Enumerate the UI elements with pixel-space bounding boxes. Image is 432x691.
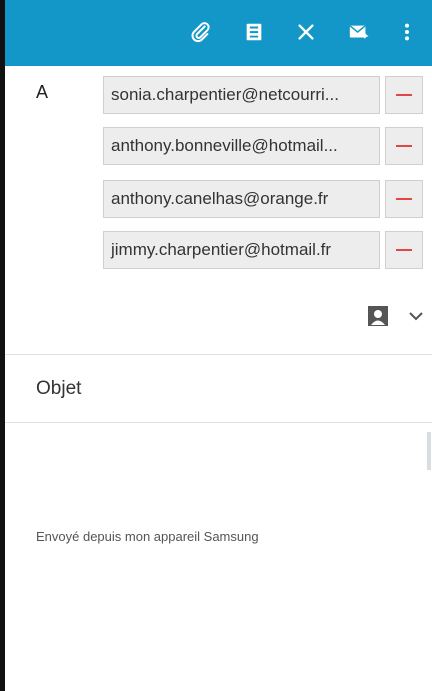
save-icon <box>246 23 262 41</box>
recipient-row: sonia.charpentier@netcourri... <box>103 76 425 114</box>
more-options-button[interactable] <box>389 10 425 54</box>
scrollbar[interactable] <box>427 432 431 470</box>
recipient-chip[interactable]: sonia.charpentier@netcourri... <box>103 76 380 114</box>
divider <box>5 422 432 423</box>
recipient-row: anthony.bonneville@hotmail... <box>103 127 425 165</box>
discard-button[interactable] <box>284 10 328 54</box>
contacts-button[interactable] <box>366 304 390 328</box>
paperclip-icon <box>191 22 210 43</box>
send-icon <box>349 25 369 39</box>
minus-icon <box>396 249 412 251</box>
remove-recipient-button[interactable] <box>385 76 423 114</box>
remove-recipient-button[interactable] <box>385 127 423 165</box>
recipient-chip[interactable]: anthony.canelhas@orange.fr <box>103 180 380 218</box>
recipient-row: anthony.canelhas@orange.fr <box>103 180 425 218</box>
contact-icon <box>368 306 388 326</box>
email-body-signature[interactable]: Envoyé depuis mon appareil Samsung <box>36 529 259 544</box>
divider <box>5 354 432 355</box>
remove-recipient-button[interactable] <box>385 231 423 269</box>
save-draft-button[interactable] <box>232 10 276 54</box>
expand-fields-button[interactable] <box>406 306 426 326</box>
compose-toolbar <box>5 0 432 66</box>
attach-button[interactable] <box>179 10 223 54</box>
minus-icon <box>396 145 412 147</box>
chevron-down-icon <box>409 312 423 321</box>
more-vert-icon <box>404 23 410 41</box>
to-label: A <box>36 82 49 102</box>
close-icon <box>298 24 314 40</box>
send-button[interactable] <box>337 10 381 54</box>
recipient-chip[interactable]: anthony.bonneville@hotmail... <box>103 127 380 165</box>
recipient-row: jimmy.charpentier@hotmail.fr <box>103 231 425 269</box>
minus-icon <box>396 94 412 96</box>
screen-edge <box>0 0 5 691</box>
minus-icon <box>396 198 412 200</box>
subject-field[interactable]: Objet <box>36 378 81 400</box>
recipient-chip[interactable]: jimmy.charpentier@hotmail.fr <box>103 231 380 269</box>
remove-recipient-button[interactable] <box>385 180 423 218</box>
